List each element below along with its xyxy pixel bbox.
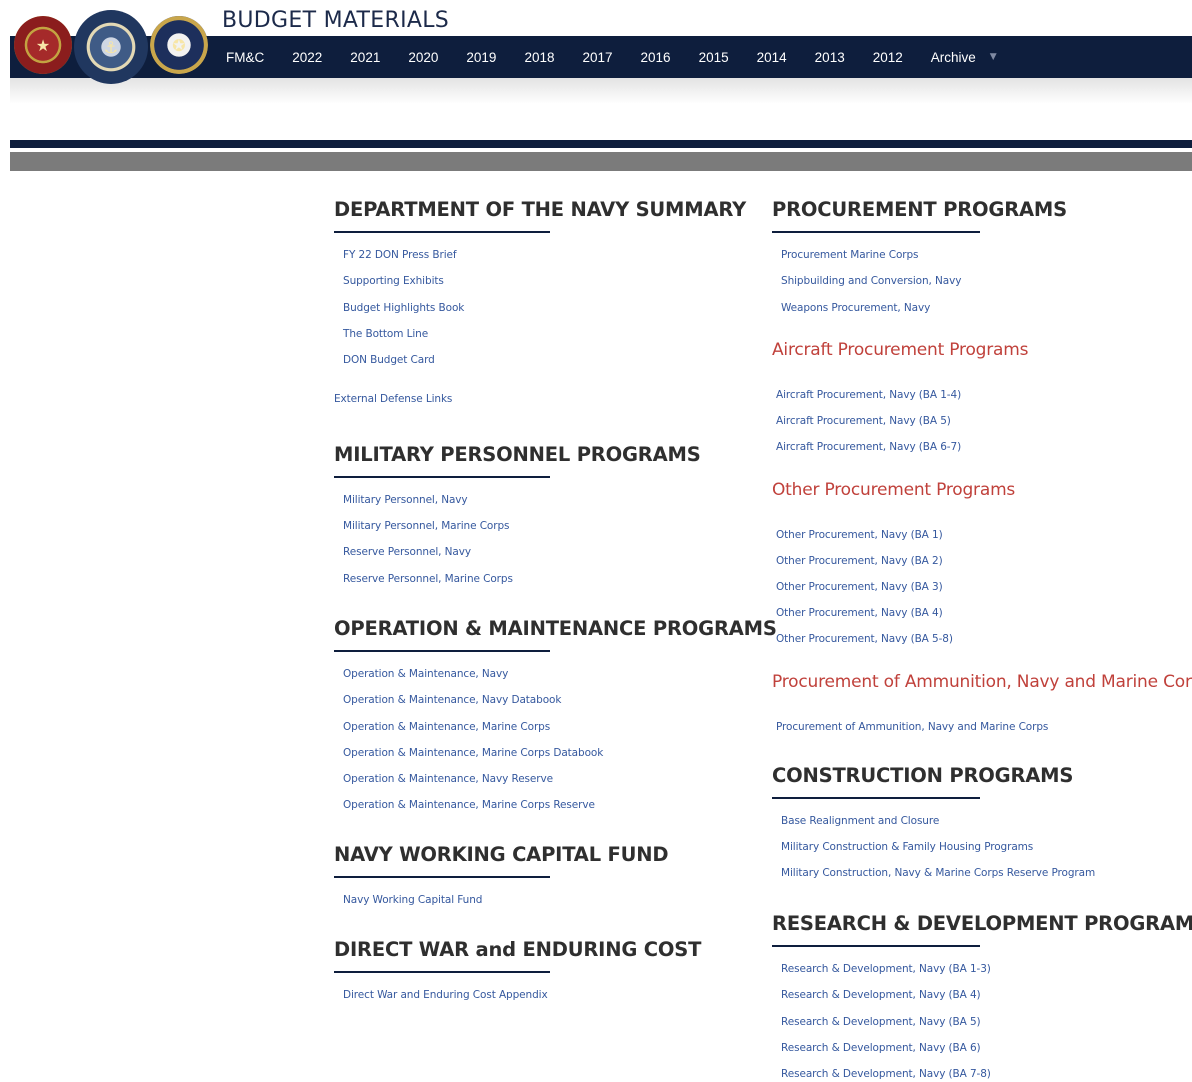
nav-item-2020[interactable]: 2020 <box>408 50 438 65</box>
link-om-marine-corps-databook[interactable]: Operation & Maintenance, Marine Corps Da… <box>343 747 603 759</box>
nav-item-2016[interactable]: 2016 <box>641 50 671 65</box>
subheading-aircraft-procurement: Aircraft Procurement Programs <box>772 340 1029 360</box>
section-heading-construction: CONSTRUCTION PROGRAMS <box>772 764 1074 787</box>
link-external-defense-links[interactable]: External Defense Links <box>334 393 452 405</box>
link-supporting-exhibits[interactable]: Supporting Exhibits <box>343 275 444 287</box>
link-weapons-procurement[interactable]: Weapons Procurement, Navy <box>781 302 930 314</box>
link-other-proc-ba-3[interactable]: Other Procurement, Navy (BA 3) <box>776 581 943 593</box>
subheading-other-procurement: Other Procurement Programs <box>772 480 1016 500</box>
link-milpers-navy[interactable]: Military Personnel, Navy <box>343 494 468 506</box>
marine-corps-seal-icon[interactable]: ★ <box>14 16 72 74</box>
link-bottom-line[interactable]: The Bottom Line <box>343 328 428 340</box>
section-heading-direct-war: DIRECT WAR and ENDURING COST <box>334 938 702 961</box>
link-aircraft-ba-1-4[interactable]: Aircraft Procurement, Navy (BA 1-4) <box>776 389 961 401</box>
link-reserve-personnel-marine-corps[interactable]: Reserve Personnel, Marine Corps <box>343 573 513 585</box>
nav-menu: FM&C 2022 2021 2020 2019 2018 2017 2016 … <box>226 36 997 78</box>
section-rule <box>772 231 980 233</box>
link-brac[interactable]: Base Realignment and Closure <box>781 815 939 827</box>
link-budget-highlights-book[interactable]: Budget Highlights Book <box>343 302 464 314</box>
link-om-marine-corps-reserve[interactable]: Operation & Maintenance, Marine Corps Re… <box>343 799 595 811</box>
nav-item-archive[interactable]: Archive <box>931 50 976 65</box>
link-om-marine-corps[interactable]: Operation & Maintenance, Marine Corps <box>343 721 550 733</box>
link-rdte-ba-4[interactable]: Research & Development, Navy (BA 4) <box>781 989 981 1001</box>
link-ammunition[interactable]: Procurement of Ammunition, Navy and Mari… <box>776 721 1048 733</box>
link-rdte-ba-5[interactable]: Research & Development, Navy (BA 5) <box>781 1016 981 1028</box>
link-direct-war-appendix[interactable]: Direct War and Enduring Cost Appendix <box>343 989 548 1001</box>
section-rule <box>334 650 550 652</box>
section-rule <box>334 971 550 973</box>
nav-item-2017[interactable]: 2017 <box>582 50 612 65</box>
link-aircraft-ba-5[interactable]: Aircraft Procurement, Navy (BA 5) <box>776 415 951 427</box>
section-heading-operation-maintenance: OPERATION & MAINTENANCE PROGRAMS <box>334 617 777 640</box>
nav-item-2014[interactable]: 2014 <box>757 50 787 65</box>
nav-item-2013[interactable]: 2013 <box>815 50 845 65</box>
link-rdte-ba-6[interactable]: Research & Development, Navy (BA 6) <box>781 1042 981 1054</box>
navy-seal-icon[interactable]: ✪ <box>150 16 208 74</box>
nav-item-2022[interactable]: 2022 <box>292 50 322 65</box>
nav-item-2018[interactable]: 2018 <box>524 50 554 65</box>
nav-item-2021[interactable]: 2021 <box>350 50 380 65</box>
section-rule <box>772 945 980 947</box>
link-milpers-marine-corps[interactable]: Military Personnel, Marine Corps <box>343 520 510 532</box>
divider-band-grey <box>10 152 1192 171</box>
chevron-down-icon[interactable]: ▼ <box>990 52 997 62</box>
link-om-navy-reserve[interactable]: Operation & Maintenance, Navy Reserve <box>343 773 553 785</box>
link-aircraft-ba-6-7[interactable]: Aircraft Procurement, Navy (BA 6-7) <box>776 441 961 453</box>
department-of-the-navy-seal-icon[interactable]: ⚓ <box>74 10 148 84</box>
link-reserve-personnel-navy[interactable]: Reserve Personnel, Navy <box>343 546 471 558</box>
link-fy22-press-brief[interactable]: FY 22 DON Press Brief <box>343 249 457 261</box>
link-navy-working-capital-fund[interactable]: Navy Working Capital Fund <box>343 894 482 906</box>
link-procurement-marine-corps[interactable]: Procurement Marine Corps <box>781 249 919 261</box>
section-heading-working-capital-fund: NAVY WORKING CAPITAL FUND <box>334 843 669 866</box>
link-rdte-ba-7-8[interactable]: Research & Development, Navy (BA 7-8) <box>781 1068 991 1080</box>
link-don-budget-card[interactable]: DON Budget Card <box>343 354 435 366</box>
link-other-proc-ba-5-8[interactable]: Other Procurement, Navy (BA 5-8) <box>776 633 953 645</box>
link-shipbuilding-conversion[interactable]: Shipbuilding and Conversion, Navy <box>781 275 961 287</box>
nav-item-fmc[interactable]: FM&C <box>226 50 264 65</box>
link-other-proc-ba-1[interactable]: Other Procurement, Navy (BA 1) <box>776 529 943 541</box>
divider-band-dark <box>10 140 1192 148</box>
navbar-shadow <box>10 78 1192 104</box>
link-milcon-reserve[interactable]: Military Construction, Navy & Marine Cor… <box>781 867 1095 879</box>
page-title[interactable]: BUDGET MATERIALS <box>222 8 449 33</box>
link-rdte-ba-1-3[interactable]: Research & Development, Navy (BA 1-3) <box>781 963 991 975</box>
section-rule <box>772 797 980 799</box>
section-heading-military-personnel: MILITARY PERSONNEL PROGRAMS <box>334 443 701 466</box>
subheading-ammunition: Procurement of Ammunition, Navy and Mari… <box>772 672 1192 692</box>
section-rule <box>334 876 550 878</box>
nav-item-2012[interactable]: 2012 <box>873 50 903 65</box>
section-rule <box>334 476 550 478</box>
link-other-proc-ba-2[interactable]: Other Procurement, Navy (BA 2) <box>776 555 943 567</box>
section-heading-research-development: RESEARCH & DEVELOPMENT PROGRAM <box>772 912 1192 935</box>
section-rule <box>334 231 550 233</box>
link-milcon-family-housing[interactable]: Military Construction & Family Housing P… <box>781 841 1033 853</box>
link-om-navy-databook[interactable]: Operation & Maintenance, Navy Databook <box>343 694 561 706</box>
link-om-navy[interactable]: Operation & Maintenance, Navy <box>343 668 508 680</box>
nav-item-2019[interactable]: 2019 <box>466 50 496 65</box>
link-other-proc-ba-4[interactable]: Other Procurement, Navy (BA 4) <box>776 607 943 619</box>
section-heading-don-summary: DEPARTMENT OF THE NAVY SUMMARY <box>334 198 747 221</box>
nav-item-2015[interactable]: 2015 <box>699 50 729 65</box>
section-heading-procurement: PROCUREMENT PROGRAMS <box>772 198 1067 221</box>
